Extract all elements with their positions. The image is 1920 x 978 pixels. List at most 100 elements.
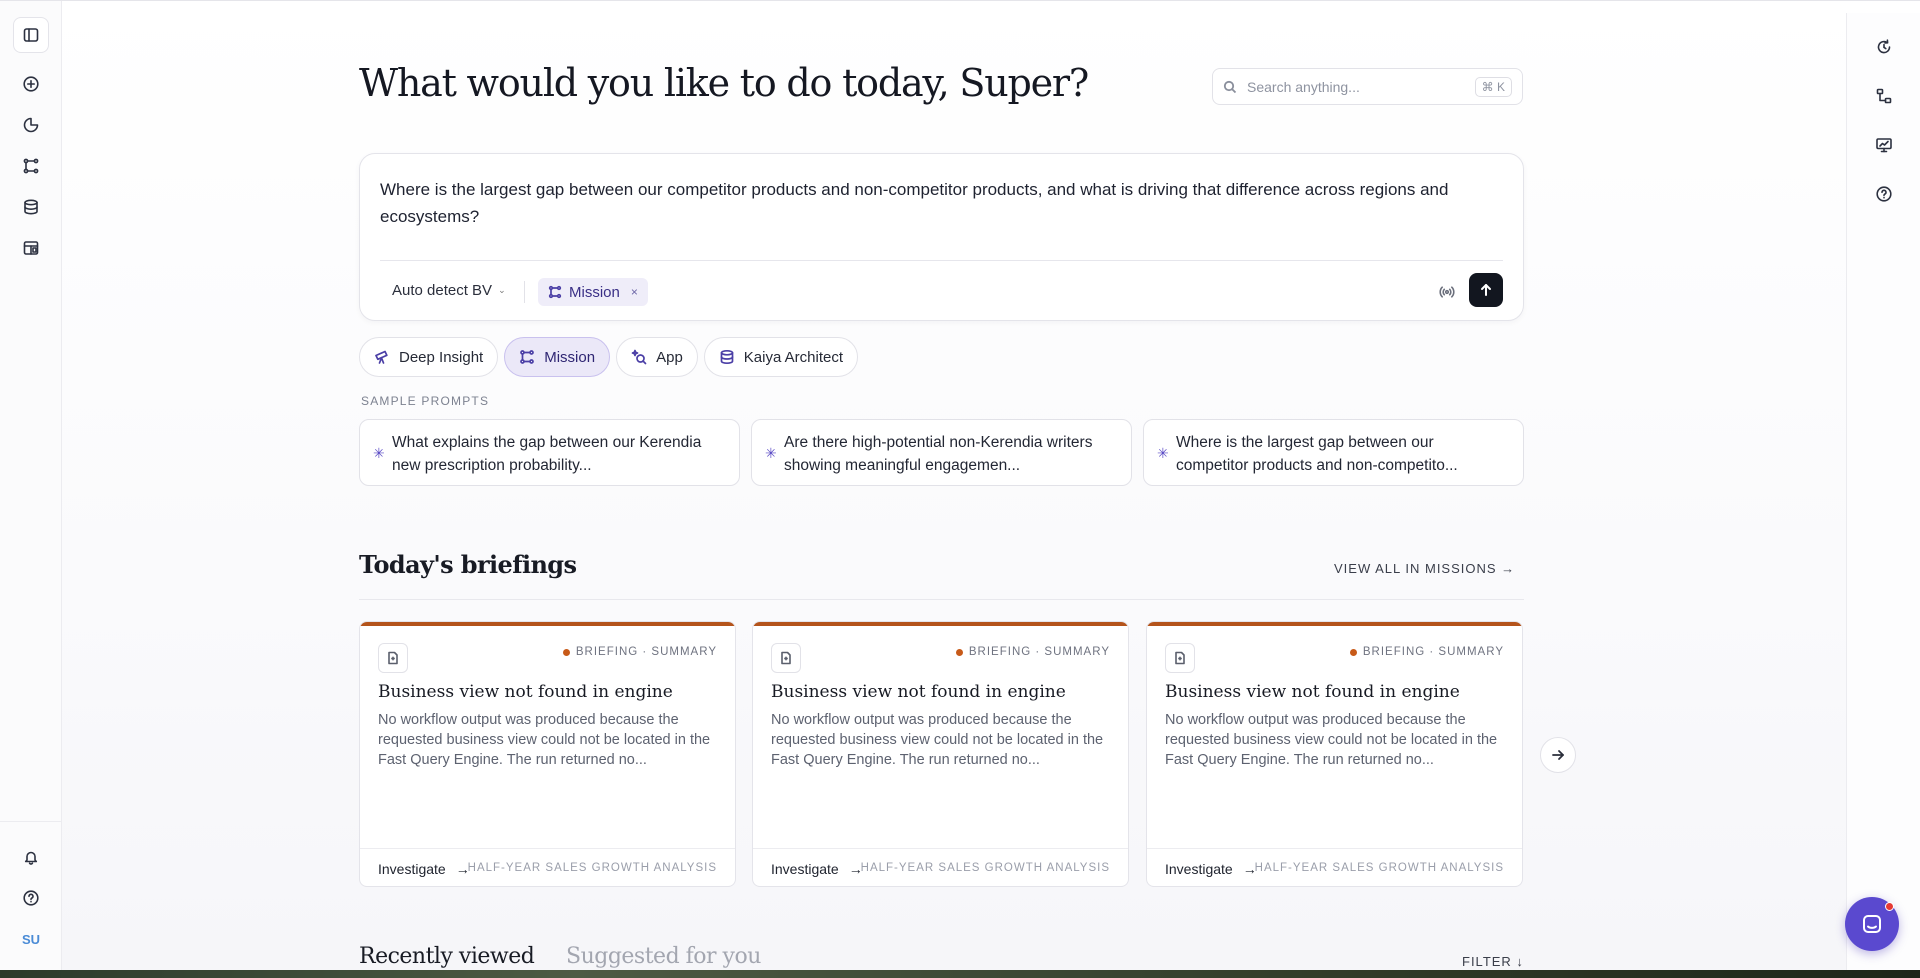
sample-prompt-card[interactable]: ✳ Where is the largest gap between our c… [1143,419,1524,486]
sample-prompt-text: Where is the largest gap between our com… [1176,434,1458,474]
refresh-icon[interactable] [1866,29,1902,65]
voice-input-button[interactable] [1434,279,1460,305]
workflow-icon[interactable] [13,148,49,184]
sample-prompts-label: SAMPLE PROMPTS [361,394,490,408]
briefing-accent-bar [753,622,1128,626]
arrow-right-icon [1552,750,1564,760]
briefing-footer: Investigate → HALF-YEAR SALES GROWTH ANAL… [360,848,735,886]
chat-support-button[interactable] [1845,897,1899,951]
briefing-card[interactable]: BRIEFING · SUMMARY Business view not fou… [752,621,1129,887]
app-window: SU What would you like to do today, Supe… [0,0,1920,971]
briefing-summary: No workflow output was produced because … [378,712,711,768]
status-dot [562,648,570,656]
mode-kaiya-architect[interactable]: Kaiya Architect [703,337,859,377]
status-dot [955,648,963,656]
briefing-accent-bar [360,622,735,626]
mode-selector: Deep Insight Mission App Kaiya Architect [359,337,859,377]
telescope-icon [375,350,388,364]
briefing-footer: Investigate → HALF-YEAR SALES GROWTH ANAL… [1147,848,1522,886]
briefing-analysis-name: HALF-YEAR SALES GROWTH ANALYSIS [860,862,1110,874]
document-icon [378,643,408,673]
workflow-icon [520,350,535,364]
monitor-chart-icon[interactable] [1866,127,1902,163]
bell-icon[interactable] [13,839,49,875]
send-button[interactable] [1469,273,1503,307]
page-title: What would you like to do today, Super? [359,61,1089,105]
investigate-link[interactable]: Investigate → [771,861,863,877]
sample-prompt-card[interactable]: ✳ Are there high-potential non-Kerendia … [751,419,1132,486]
search-input[interactable]: Search anything... ⌘ K [1212,68,1523,105]
search-icon [1223,80,1237,93]
query-textarea[interactable]: Where is the largest gap between our com… [380,176,1500,230]
composer-divider [380,260,1503,261]
sample-prompt-card[interactable]: ✳ What explains the gap between our Kere… [359,419,740,486]
briefing-tag-text: BRIEFING · SUMMARY [968,646,1110,658]
mode-label: Kaiya Architect [743,348,844,366]
briefing-summary: No workflow output was produced because … [771,712,1104,768]
hierarchy-icon[interactable] [1866,78,1902,114]
right-rail [1846,13,1920,971]
mode-mission[interactable]: Mission [504,337,611,377]
history-icon[interactable] [13,107,49,143]
chevron-down-icon: ⌄ [498,285,506,295]
investigate-label: Investigate [771,861,839,877]
briefing-card[interactable]: BRIEFING · SUMMARY Business view not fou… [359,621,736,887]
mode-chip-mission: Mission × [538,278,648,306]
briefing-title: Business view not found in engine [771,682,1066,702]
briefing-analysis-name: HALF-YEAR SALES GROWTH ANALYSIS [467,862,717,874]
briefing-tag-text: BRIEFING · SUMMARY [575,646,717,658]
help-icon[interactable] [13,880,49,916]
mode-deep-insight[interactable]: Deep Insight [359,337,499,377]
mode-label: Mission [544,348,596,366]
mode-chip-label: Mission [569,283,620,301]
asterisk-icon: ✳ [765,445,777,461]
document-icon [1165,643,1195,673]
desktop-background-strip [0,970,1920,978]
briefing-title: Business view not found in engine [1165,682,1460,702]
briefings-heading: Today's briefings [359,550,577,579]
sidebar-toggle-icon[interactable] [13,17,49,53]
workflow-icon [548,285,562,299]
briefing-card[interactable]: BRIEFING · SUMMARY Business view not fou… [1146,621,1523,887]
database-icon [720,349,734,365]
asterisk-icon: ✳ [373,445,385,461]
close-icon[interactable]: × [631,285,638,299]
document-icon [771,643,801,673]
chat-icon [1863,915,1881,933]
search-placeholder: Search anything... [1247,78,1360,95]
briefing-tag: BRIEFING · SUMMARY [955,646,1110,658]
business-view-label: Auto detect BV [392,282,493,299]
view-all-missions-link[interactable]: VIEW ALL IN MISSIONS → [1334,561,1515,576]
query-composer[interactable]: Where is the largest gap between our com… [359,153,1524,321]
mode-label: App [656,348,683,366]
composer-vertical-divider [524,281,525,303]
mode-app[interactable]: App [616,337,698,377]
broadcast-icon [1439,286,1455,298]
carousel-next-button[interactable] [1540,737,1576,773]
tab-recently-viewed[interactable]: Recently viewed [359,944,535,969]
mode-label: Deep Insight [399,348,484,366]
investigate-link[interactable]: Investigate → [1165,861,1257,877]
briefing-footer: Investigate → HALF-YEAR SALES GROWTH ANAL… [753,848,1128,886]
briefing-title: Business view not found in engine [378,682,673,702]
sidebar-divider [0,821,62,822]
database-icon[interactable] [13,189,49,225]
search-shortcut-badge: ⌘ K [1474,76,1512,97]
briefing-tag: BRIEFING · SUMMARY [1349,646,1504,658]
investigate-link[interactable]: Investigate → [378,861,470,877]
plus-circle-icon[interactable] [13,66,49,102]
briefing-summary: No workflow output was produced because … [1165,712,1498,768]
status-dot [1349,648,1357,656]
filter-button[interactable]: FILTER ↓ [1462,954,1524,969]
briefing-tag: BRIEFING · SUMMARY [562,646,717,658]
help-icon[interactable] [1866,176,1902,212]
layout-icon[interactable] [13,230,49,266]
user-avatar[interactable]: SU [13,921,49,957]
sample-prompt-text: Are there high-potential non-Kerendia wr… [784,434,1093,474]
briefing-analysis-name: HALF-YEAR SALES GROWTH ANALYSIS [1254,862,1504,874]
briefings-divider [359,599,1524,600]
arrow-up-icon [1481,284,1491,296]
tab-suggested-for-you[interactable]: Suggested for you [566,944,761,969]
left-sidebar: SU [0,1,62,971]
business-view-select[interactable]: Auto detect BV ⌄ [392,282,506,299]
